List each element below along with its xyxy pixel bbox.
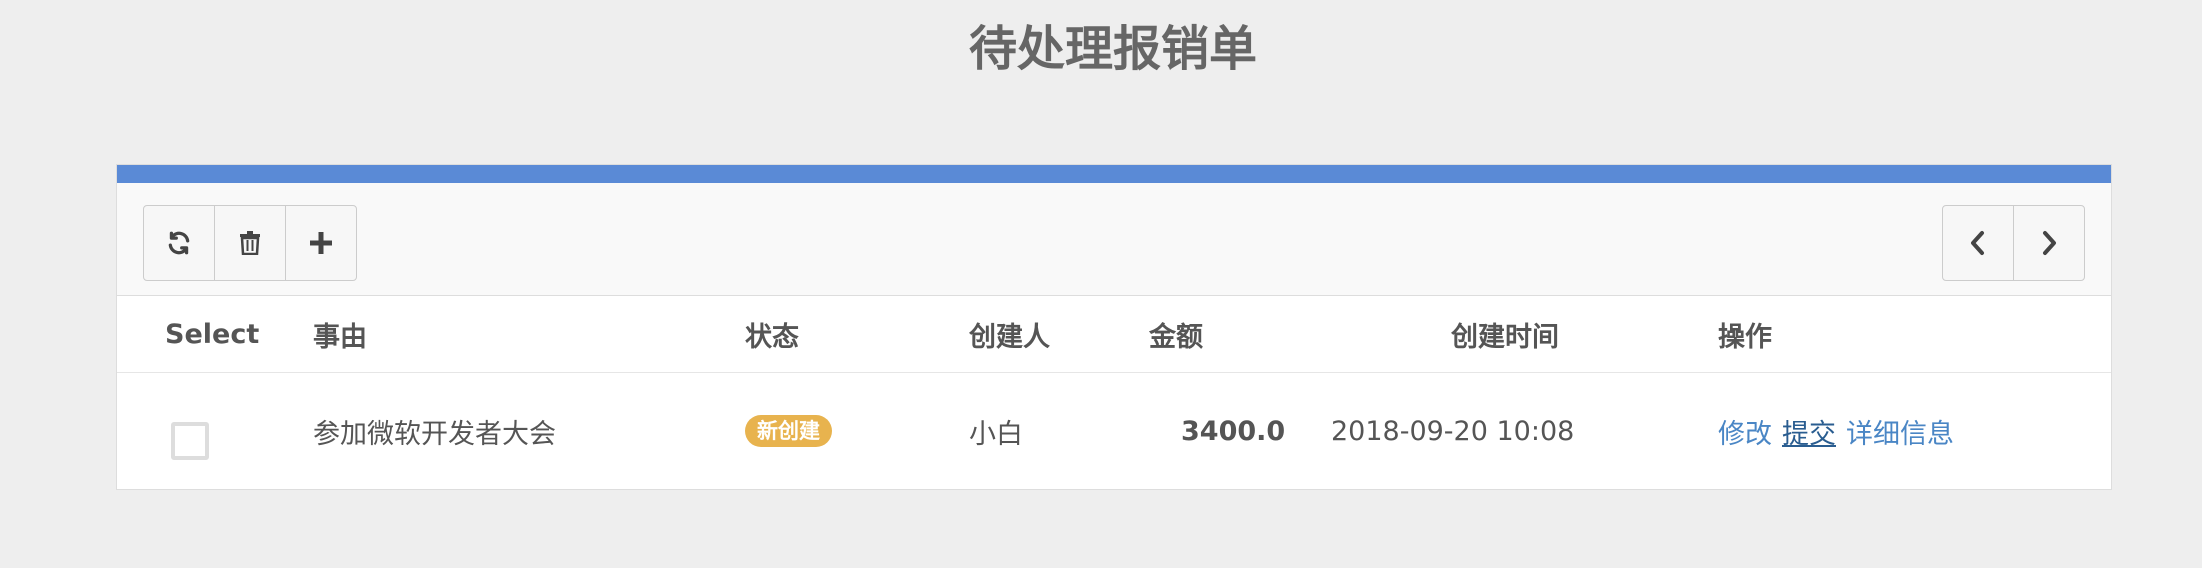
table-toolbar (117, 183, 2111, 296)
edit-link[interactable]: 修改 (1718, 412, 1772, 451)
actions-cell: 修改 提交 详细信息 (1718, 373, 1964, 489)
amount-cell: 3400.0 (1181, 415, 1286, 447)
status-badge: 新创建 (745, 415, 832, 447)
previous-page-button[interactable] (1942, 205, 2014, 281)
reimbursement-table-panel: Select 事由 状态 创建人 金额 创建时间 操作 参加微软开发者大会 新创… (116, 164, 2112, 490)
toolbar-left-group (143, 205, 357, 281)
delete-button[interactable] (214, 205, 286, 281)
reason-cell: 参加微软开发者大会 (313, 418, 556, 450)
submit-link[interactable]: 提交 (1782, 412, 1836, 451)
select-cell (165, 373, 209, 489)
table-row: 参加微软开发者大会 新创建 小白 3400.0 2018-09-20 10:08… (117, 373, 2111, 489)
refresh-button[interactable] (143, 205, 215, 281)
add-button[interactable] (285, 205, 357, 281)
row-select-checkbox[interactable] (171, 422, 209, 460)
chevron-right-icon (2039, 230, 2059, 256)
plus-icon (309, 231, 333, 255)
status-cell: 新创建 (745, 373, 832, 489)
created-at-cell: 2018-09-20 10:08 (1331, 415, 1575, 447)
trash-icon (239, 231, 261, 255)
table-header-row: Select 事由 状态 创建人 金额 创建时间 操作 (117, 296, 2111, 373)
column-header-status: 状态 (745, 321, 799, 353)
column-header-creator: 创建人 (969, 321, 1050, 353)
column-header-actions: 操作 (1718, 321, 1772, 353)
column-header-select: Select (165, 318, 260, 350)
next-page-button[interactable] (2013, 205, 2085, 281)
column-header-reason: 事由 (313, 321, 367, 353)
refresh-icon (166, 230, 192, 256)
toolbar-pagination-group (1942, 205, 2085, 281)
column-header-amount: 金额 (1149, 321, 1203, 353)
page-title: 待处理报销单 (968, 21, 1257, 77)
creator-cell: 小白 (969, 418, 1023, 450)
details-link[interactable]: 详细信息 (1846, 412, 1954, 451)
panel-accent-bar (117, 165, 2111, 183)
chevron-left-icon (1968, 230, 1988, 256)
column-header-created-at: 创建时间 (1451, 321, 1559, 353)
